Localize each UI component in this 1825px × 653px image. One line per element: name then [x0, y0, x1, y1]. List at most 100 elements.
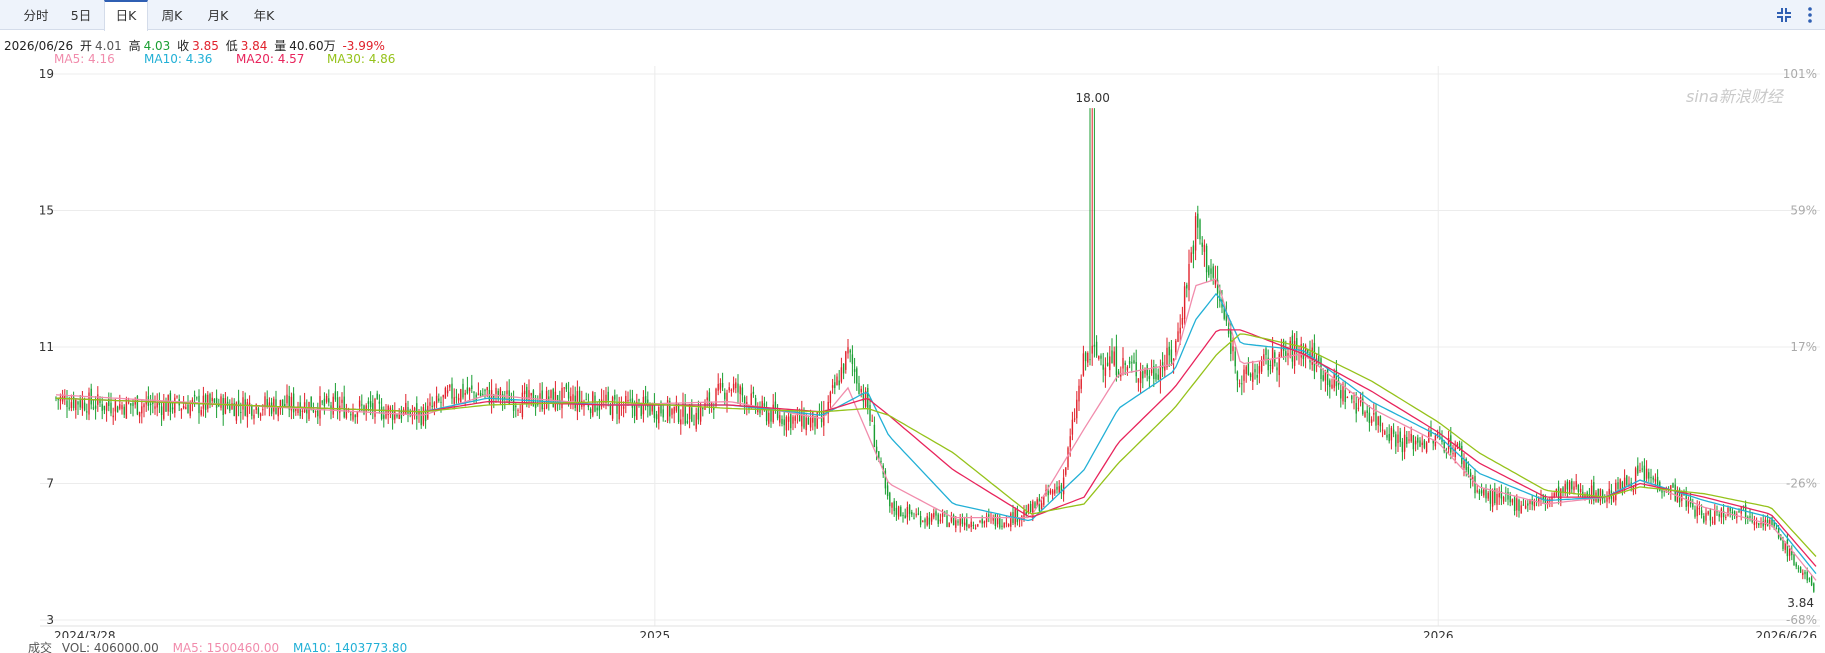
candle-body: [1122, 357, 1124, 369]
tab-yearly-k[interactable]: 年K: [242, 0, 286, 30]
candle-body: [1786, 539, 1789, 557]
candle-body: [1179, 327, 1181, 334]
candle-body: [1065, 467, 1067, 475]
candle-body: [1476, 490, 1478, 492]
candle-body: [1040, 503, 1043, 510]
candle-body: [1197, 213, 1199, 228]
candle-body: [842, 363, 845, 374]
candle-body: [460, 389, 462, 402]
candle-body: [1802, 572, 1804, 576]
candle-body: [1001, 525, 1003, 527]
candle-body: [196, 397, 198, 399]
candle-body: [1637, 465, 1639, 474]
candle-body: [1078, 385, 1080, 402]
candle-body: [1403, 434, 1406, 452]
candle-body: [1430, 430, 1432, 437]
candle-body: [1364, 412, 1366, 418]
candle-body: [1029, 503, 1032, 513]
candle-body: [1087, 352, 1089, 363]
candle-body: [1421, 442, 1423, 446]
candle-body: [1656, 476, 1659, 486]
candle-body: [1139, 371, 1142, 384]
candle-body: [926, 516, 928, 526]
kline-chart[interactable]: 19 15 11 7 3 101% 59% 17% -26% -68% 2024/3/28 2025 2…: [0, 60, 1825, 638]
candle-body: [1252, 372, 1254, 382]
candle-body: [405, 402, 407, 414]
candle-body: [433, 402, 436, 407]
candle-body: [1192, 245, 1195, 254]
tab-weekly-k[interactable]: 周K: [150, 0, 194, 30]
candle-body: [211, 397, 213, 402]
candle-body: [924, 519, 926, 523]
tab-intraday[interactable]: 分时: [14, 0, 58, 30]
candle-body: [1487, 492, 1489, 499]
candle-body: [1401, 441, 1404, 453]
candle-body: [1599, 488, 1602, 502]
candle-body: [1069, 436, 1071, 448]
candle-body: [1205, 245, 1208, 273]
tab-5day[interactable]: 5日: [60, 0, 102, 30]
candle-body: [994, 514, 997, 526]
candle-body: [68, 407, 70, 409]
candle-body: [1054, 489, 1056, 494]
candle-body: [614, 395, 616, 400]
candle-body: [1095, 341, 1098, 356]
candle-body: [1568, 481, 1571, 493]
candle-body: [1623, 477, 1626, 488]
candle-body: [686, 420, 689, 424]
candle-body: [609, 404, 612, 415]
candle-body: [1381, 429, 1384, 431]
candle-body: [242, 397, 244, 410]
candle-body: [1654, 478, 1657, 482]
collapse-icon[interactable]: [1774, 5, 1794, 25]
candle-body: [781, 418, 783, 424]
candle-body: [1718, 514, 1720, 517]
candle-body: [1285, 351, 1287, 356]
candle-body: [1386, 434, 1388, 438]
candle-body: [1073, 418, 1076, 420]
candle-body: [939, 519, 942, 522]
more-menu-icon[interactable]: [1803, 5, 1817, 25]
candle-body: [1170, 349, 1173, 363]
candle-body: [160, 406, 163, 415]
candle-body: [935, 511, 937, 516]
candle-body: [1005, 522, 1008, 524]
candle-body: [1010, 513, 1012, 527]
candle-body: [831, 385, 834, 388]
candle-body: [1648, 472, 1650, 479]
candle-body: [1626, 475, 1628, 485]
candle-body: [1062, 477, 1065, 495]
ma-line-ma20: [55, 329, 1817, 567]
candle-body: [1357, 407, 1360, 409]
candle-body: [1256, 374, 1258, 378]
candle-body: [655, 414, 658, 420]
candle-body: [706, 397, 708, 401]
candle-body: [77, 401, 79, 405]
tab-monthly-k[interactable]: 月K: [196, 0, 240, 30]
close-label: 收: [177, 39, 190, 53]
candle-body: [512, 399, 515, 411]
candle-body: [125, 398, 128, 419]
candle-body: [893, 501, 895, 512]
candle-body: [1797, 567, 1800, 569]
candle-body: [576, 391, 579, 412]
candle-body: [1100, 355, 1102, 359]
candle-body: [530, 393, 532, 396]
candle-body: [719, 383, 722, 390]
candle-body: [779, 415, 781, 423]
price-annotation: 3.84: [1787, 596, 1814, 610]
candle-body: [70, 402, 73, 409]
candle-body: [110, 402, 112, 414]
candle-body: [1813, 583, 1815, 592]
candle-body: [528, 390, 530, 402]
candle-body: [497, 390, 499, 398]
candle-body: [1355, 403, 1357, 414]
candle-body: [515, 405, 517, 408]
candle-body: [1619, 479, 1621, 491]
tab-daily-k[interactable]: 日K: [104, 0, 148, 31]
candle-body: [358, 400, 361, 407]
candle-body: [1808, 578, 1811, 580]
candle-body: [895, 507, 898, 515]
candle-body: [477, 393, 480, 396]
candle-body: [484, 389, 486, 392]
